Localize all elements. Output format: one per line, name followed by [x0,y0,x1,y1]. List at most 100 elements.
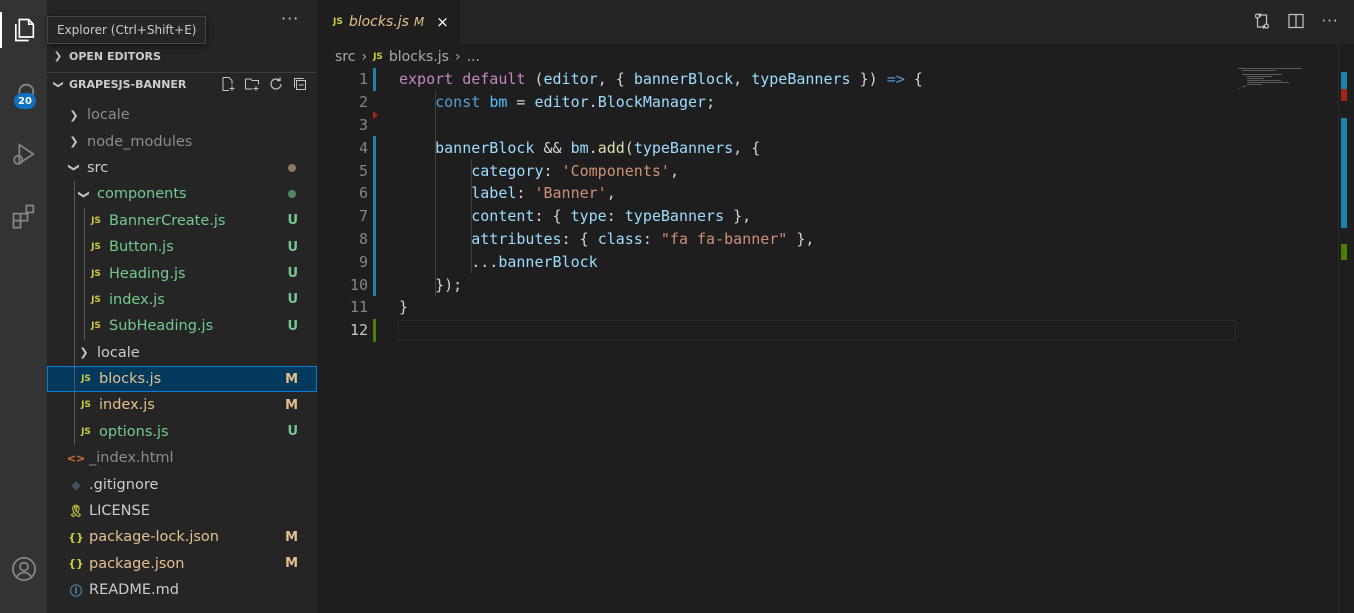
gutter[interactable] [368,136,399,160]
code-line[interactable]: 3 [317,110,1354,137]
breadcrumb-more[interactable]: ... [467,49,480,65]
minimap-line [1246,76,1273,77]
tree-file[interactable]: JS index.js U [47,287,317,313]
editor-actions: ··· [1252,11,1340,31]
git-status-dot [288,190,296,199]
code-line[interactable]: 7 content: { type: typeBanners }, [317,204,1354,228]
code-token: ( [624,138,634,157]
code-text: ...bannerBlock [399,253,597,271]
more-actions-icon[interactable]: ··· [281,9,299,28]
code-line[interactable]: 8 attributes: { class: "fa fa-banner" }, [317,227,1354,251]
minimap-line [1246,82,1289,83]
tree-folder[interactable]: ❯ locale [47,340,317,366]
tree-folder[interactable]: ❯ node_modules [47,128,317,154]
tree-file[interactable]: JS Heading.js U [47,260,317,286]
code-line[interactable]: 11} [317,296,1354,319]
gutter[interactable] [368,181,399,205]
code-line[interactable]: 4 bannerBlock && bm.add(typeBanners, { [317,136,1354,160]
collapse-all-icon[interactable] [291,75,309,93]
gutter[interactable] [368,110,399,137]
close-icon[interactable]: × [436,13,449,31]
gutter[interactable] [368,273,399,296]
explorer-tooltip: Explorer (Ctrl+Shift+E) [47,16,207,44]
code-token: . [588,138,598,157]
accounts-icon[interactable] [0,545,47,593]
open-changes-icon[interactable] [1252,11,1272,31]
js-file-icon: JS [91,268,101,279]
minimap[interactable] [1238,68,1334,98]
tree-file[interactable]: JS options.js U [47,419,317,445]
gutter[interactable] [368,250,399,274]
tree-file[interactable]: {} package.json M [47,551,317,577]
git-status-badge: M [285,529,298,545]
gutter[interactable] [368,227,399,251]
code-editor[interactable]: 1 export default (editor, { bannerBlock, … [317,68,1354,342]
tree-file[interactable]: JS BannerCreate.js U [47,208,317,234]
minimap-line [1242,74,1282,75]
gutter[interactable] [368,159,399,182]
explorer-icon[interactable] [0,6,47,54]
minimap-line [1238,68,1302,69]
code-line[interactable]: 1 export default (editor, { bannerBlock, … [317,68,1354,91]
code-line[interactable]: 12 [317,318,1354,342]
tree-file[interactable]: 🎗 LICENSE [47,498,317,524]
tab-filename: blocks.js [348,14,409,30]
breadcrumb: src › JS blocks.js › ... [335,47,480,67]
code-token: add [597,138,625,157]
gutter[interactable] [368,204,399,228]
breadcrumb-file[interactable]: blocks.js [389,49,449,65]
code-token: : [543,161,562,180]
open-editors-section[interactable]: ❯ OPEN EDITORS [47,45,317,67]
tree-file[interactable]: JS SubHeading.js U [47,313,317,339]
code-line[interactable]: 10 }); [317,273,1354,296]
breadcrumb-folder[interactable]: src [335,49,355,65]
refresh-icon[interactable] [267,75,285,93]
chevron-right-icon: ❯ [53,50,63,62]
tree-folder[interactable]: ❯ src [47,155,317,181]
code-text: }); [399,276,462,294]
gutter-change-bar [373,181,376,205]
code-line[interactable]: 9 ...bannerBlock [317,250,1354,274]
code-token: , { [597,70,634,89]
gutter-change-bar [373,250,376,274]
tree-file[interactable]: JS Button.js U [47,234,317,260]
project-section[interactable]: ❯ GRAPESJS-BANNER [47,72,317,96]
tab-blocks-js[interactable]: JS blocks.js M × [317,0,460,44]
line-number: 3 [358,115,368,134]
code-line[interactable]: 6 label: 'Banner', [317,181,1354,205]
git-status-badge: M [285,556,298,572]
more-actions-icon[interactable]: ··· [1320,11,1340,31]
tree-file[interactable]: <> _index.html [47,445,317,471]
tree-file[interactable]: ◆ .gitignore [47,471,317,497]
tree-file[interactable]: ⓘ README.md [47,577,317,603]
code-line[interactable]: 5 category: 'Components', [317,159,1354,182]
tab-modified-indicator: M [413,15,425,29]
new-file-icon[interactable] [219,75,237,93]
code-token: }); [399,275,463,294]
tree-file[interactable]: JS blocks.js M [47,365,317,393]
tree-folder[interactable]: ❯ locale [47,102,317,128]
tree-file[interactable]: {} package-lock.json M [47,524,317,550]
new-folder-icon[interactable] [243,75,261,93]
license-file-icon: 🎗 [68,504,84,519]
code-token: && [534,138,571,157]
gutter[interactable] [368,296,399,319]
minimap-line [1246,78,1265,79]
js-file-icon: JS [91,215,101,226]
tree-item-label: index.js [109,291,165,308]
split-editor-icon[interactable] [1286,11,1306,31]
tree-folder[interactable]: ❯ components [47,181,317,207]
gutter[interactable] [368,318,399,342]
code-line[interactable]: 2 const bm = editor.BlockManager; [317,91,1354,114]
run-debug-icon[interactable] [0,130,47,178]
extensions-icon[interactable] [0,192,47,240]
chevron-right-icon: › [361,49,368,65]
overview-ruler[interactable] [1338,44,1354,613]
minimap-line [1242,70,1277,71]
chevron-down-icon: ❯ [77,189,91,199]
git-status-dot [288,163,296,172]
tree-file[interactable]: JS index.js M [47,392,317,418]
gutter[interactable] [368,68,399,91]
